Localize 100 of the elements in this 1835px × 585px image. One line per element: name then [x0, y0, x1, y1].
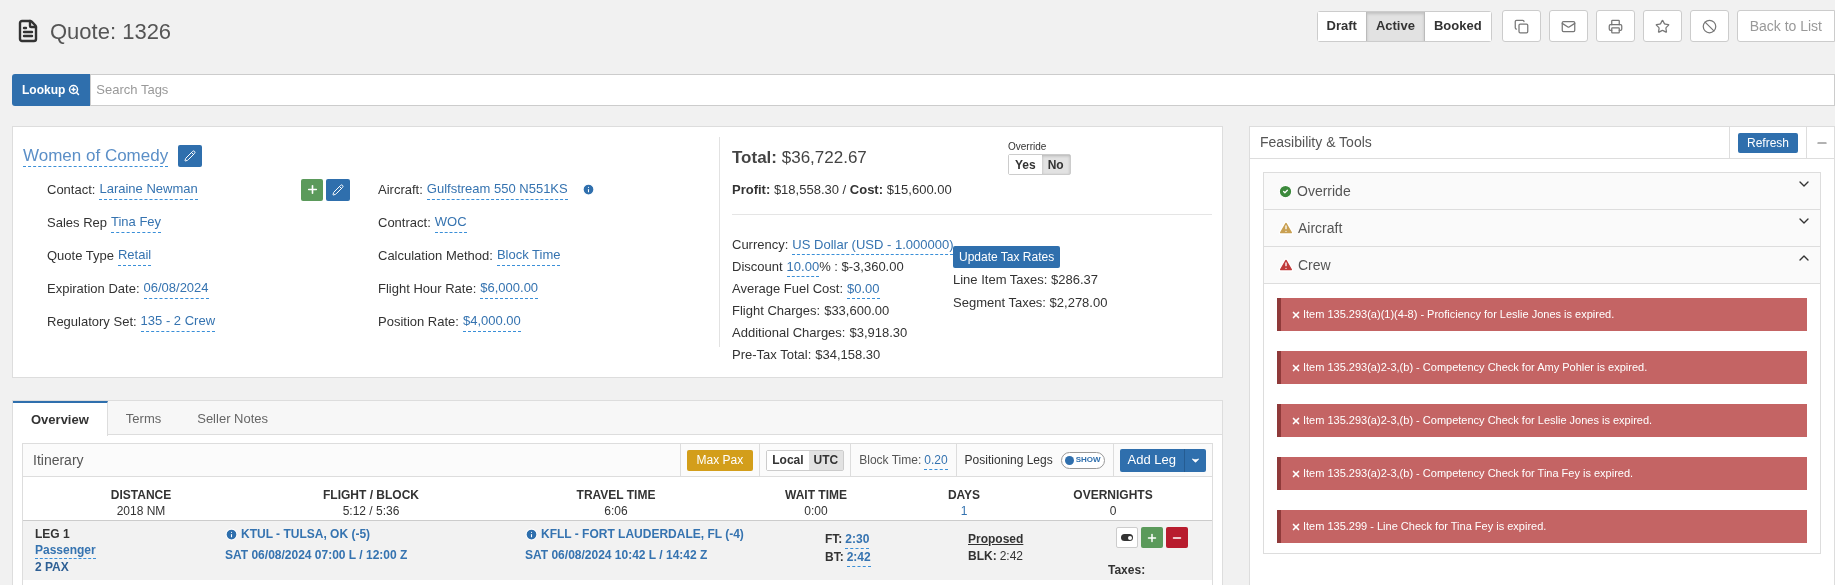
time-label: BT: [825, 549, 844, 566]
charge-label: Pre-Tax Total: [732, 346, 812, 365]
remove-button[interactable] [1166, 527, 1188, 548]
time-mode-option[interactable]: Local [767, 450, 809, 470]
invoice-icon [16, 17, 40, 45]
summary-value[interactable]: 1 [960, 503, 968, 519]
leg-type[interactable]: Passenger [35, 543, 96, 559]
summary-label: DISTANCE [110, 487, 172, 503]
charge-value[interactable]: US Dollar (USD - 1.000000) [792, 234, 954, 256]
leg-time: SAT 06/08/2024 07:00 L / 12:00 Z [225, 547, 409, 564]
summary-value: 2018 NM [116, 503, 166, 519]
field-value[interactable]: Gulfstream 550 N551KS [426, 179, 568, 200]
ban-button[interactable] [1689, 10, 1729, 42]
tax-amount: Segment Taxes: $2,278.00 [953, 294, 1108, 312]
field-value[interactable]: Retail [118, 245, 152, 266]
field-value[interactable]: 06/08/2024 [143, 278, 209, 299]
x-icon [1291, 309, 1301, 320]
charge-label: Discount [732, 258, 783, 277]
charge-value[interactable]: 10.00 [786, 256, 820, 278]
info-icon[interactable] [581, 183, 595, 196]
time-value[interactable]: 2:42 [846, 549, 871, 567]
warning-icon [1278, 257, 1294, 273]
section-header[interactable]: Override [1264, 173, 1820, 209]
plus-icon [1146, 531, 1158, 544]
summary-label: WAIT TIME [785, 487, 847, 503]
add-leg-button[interactable]: Add Leg [1119, 448, 1206, 472]
status-button[interactable]: Active [1365, 11, 1425, 41]
edit-button[interactable] [178, 145, 203, 167]
quote-total: Total: $36,722.67 [732, 147, 867, 169]
charge-label: Average Fuel Cost: [732, 280, 844, 299]
field-label: Regulatory Set: [47, 312, 137, 331]
block-time-label: Block Time: [859, 452, 922, 469]
alert-message: Item 135.293(a)(1)(4-8) - Proficiency for Leslie Jones is expired. [1277, 298, 1807, 331]
leg-label: LEG 1 [35, 526, 71, 543]
x-icon [1291, 468, 1301, 479]
plus-icon [305, 183, 319, 196]
field-label: Calculation Method: [378, 246, 493, 265]
charge-detail: % : $-3,360.00 [819, 258, 904, 277]
x-icon [1291, 521, 1301, 532]
search-field[interactable]: Search Tags [90, 74, 1835, 106]
alert-message: Item 135.293(a)2-3,(b) - Competency Check for Amy Pohler is expired. [1277, 351, 1807, 384]
charge-value: $33,600.00 [824, 302, 890, 321]
time-value[interactable]: 2:30 [845, 531, 870, 549]
refresh-button[interactable]: Refresh [1737, 132, 1798, 153]
field-value[interactable]: Laraine Newman [99, 179, 198, 200]
toggle-button[interactable] [1116, 527, 1138, 548]
print-icon [1607, 18, 1623, 34]
update-tax-rates-button[interactable]: Update Tax Rates [953, 246, 1061, 268]
info-icon[interactable] [225, 528, 238, 541]
time-mode-option[interactable]: UTC [808, 450, 844, 470]
edit-button[interactable] [326, 178, 350, 201]
airport-name[interactable]: KTUL - TULSA, OK (-5) [241, 526, 371, 543]
field-label: Position Rate: [378, 312, 459, 331]
summary-label: TRAVEL TIME [576, 487, 656, 503]
back-to-list-button[interactable]: Back to List [1736, 10, 1835, 42]
copy-button[interactable] [1501, 10, 1541, 42]
field-label: Contract: [378, 213, 431, 232]
taxes-label: Taxes: [1108, 562, 1147, 579]
edit-icon [184, 150, 197, 162]
leg-time: SAT 06/08/2024 10:42 L / 14:42 Z [525, 547, 709, 564]
tab[interactable]: Terms [107, 401, 180, 436]
pax-count: 2 PAX [35, 559, 70, 576]
zoom-icon [68, 84, 81, 96]
trip-name[interactable]: Women of Comedy [23, 145, 169, 167]
field-label: Contact: [47, 180, 96, 199]
toggle-icon [1121, 534, 1133, 541]
check-icon [1278, 183, 1293, 199]
tab[interactable]: Seller Notes [179, 401, 287, 436]
field-value[interactable]: 135 - 2 Crew [140, 311, 216, 332]
summary-label: DAYS [947, 487, 981, 503]
field-value[interactable]: $6,000.00 [480, 278, 539, 299]
charge-value[interactable]: $0.00 [847, 278, 880, 300]
field-value[interactable]: WOC [434, 212, 467, 233]
positioning-legs-toggle[interactable]: SHOW [1060, 451, 1105, 469]
airport-name[interactable]: KFLL - FORT LAUDERDALE, FL (-4) [541, 526, 744, 543]
blk-value: 2:42 [999, 548, 1024, 565]
override-option[interactable]: No [1041, 155, 1070, 174]
field-value[interactable]: $4,000.00 [462, 311, 521, 332]
section-header[interactable]: Aircraft [1264, 210, 1820, 246]
hours-link[interactable]: 0.20 [924, 450, 948, 470]
positioning-legs-label: Positioning Legs [964, 452, 1053, 469]
field-label: Sales Rep [47, 213, 107, 232]
charge-value: $34,158.30 [815, 346, 881, 365]
star-button[interactable] [1642, 10, 1682, 42]
mail-icon [1560, 18, 1576, 34]
add-button[interactable] [301, 178, 323, 201]
summary-value: 0:00 [804, 503, 828, 519]
charge-label: Flight Charges: [732, 302, 821, 321]
alert-message: Item 135.293(a)2-3,(b) - Competency Check for Tina Fey is expired. [1277, 457, 1807, 490]
tab[interactable]: Overview [13, 401, 108, 436]
ban-icon [1701, 18, 1717, 34]
info-icon[interactable] [525, 528, 538, 541]
field-value[interactable]: Tina Fey [111, 212, 162, 233]
field-value[interactable]: Block Time [496, 245, 561, 266]
section-header[interactable]: Crew [1264, 247, 1820, 283]
star-icon [1654, 18, 1670, 34]
charge-value: $3,918.30 [849, 324, 908, 343]
print-button[interactable] [1595, 10, 1635, 42]
lookup-button[interactable]: Lookup [12, 74, 91, 106]
mail-button[interactable] [1548, 10, 1588, 42]
